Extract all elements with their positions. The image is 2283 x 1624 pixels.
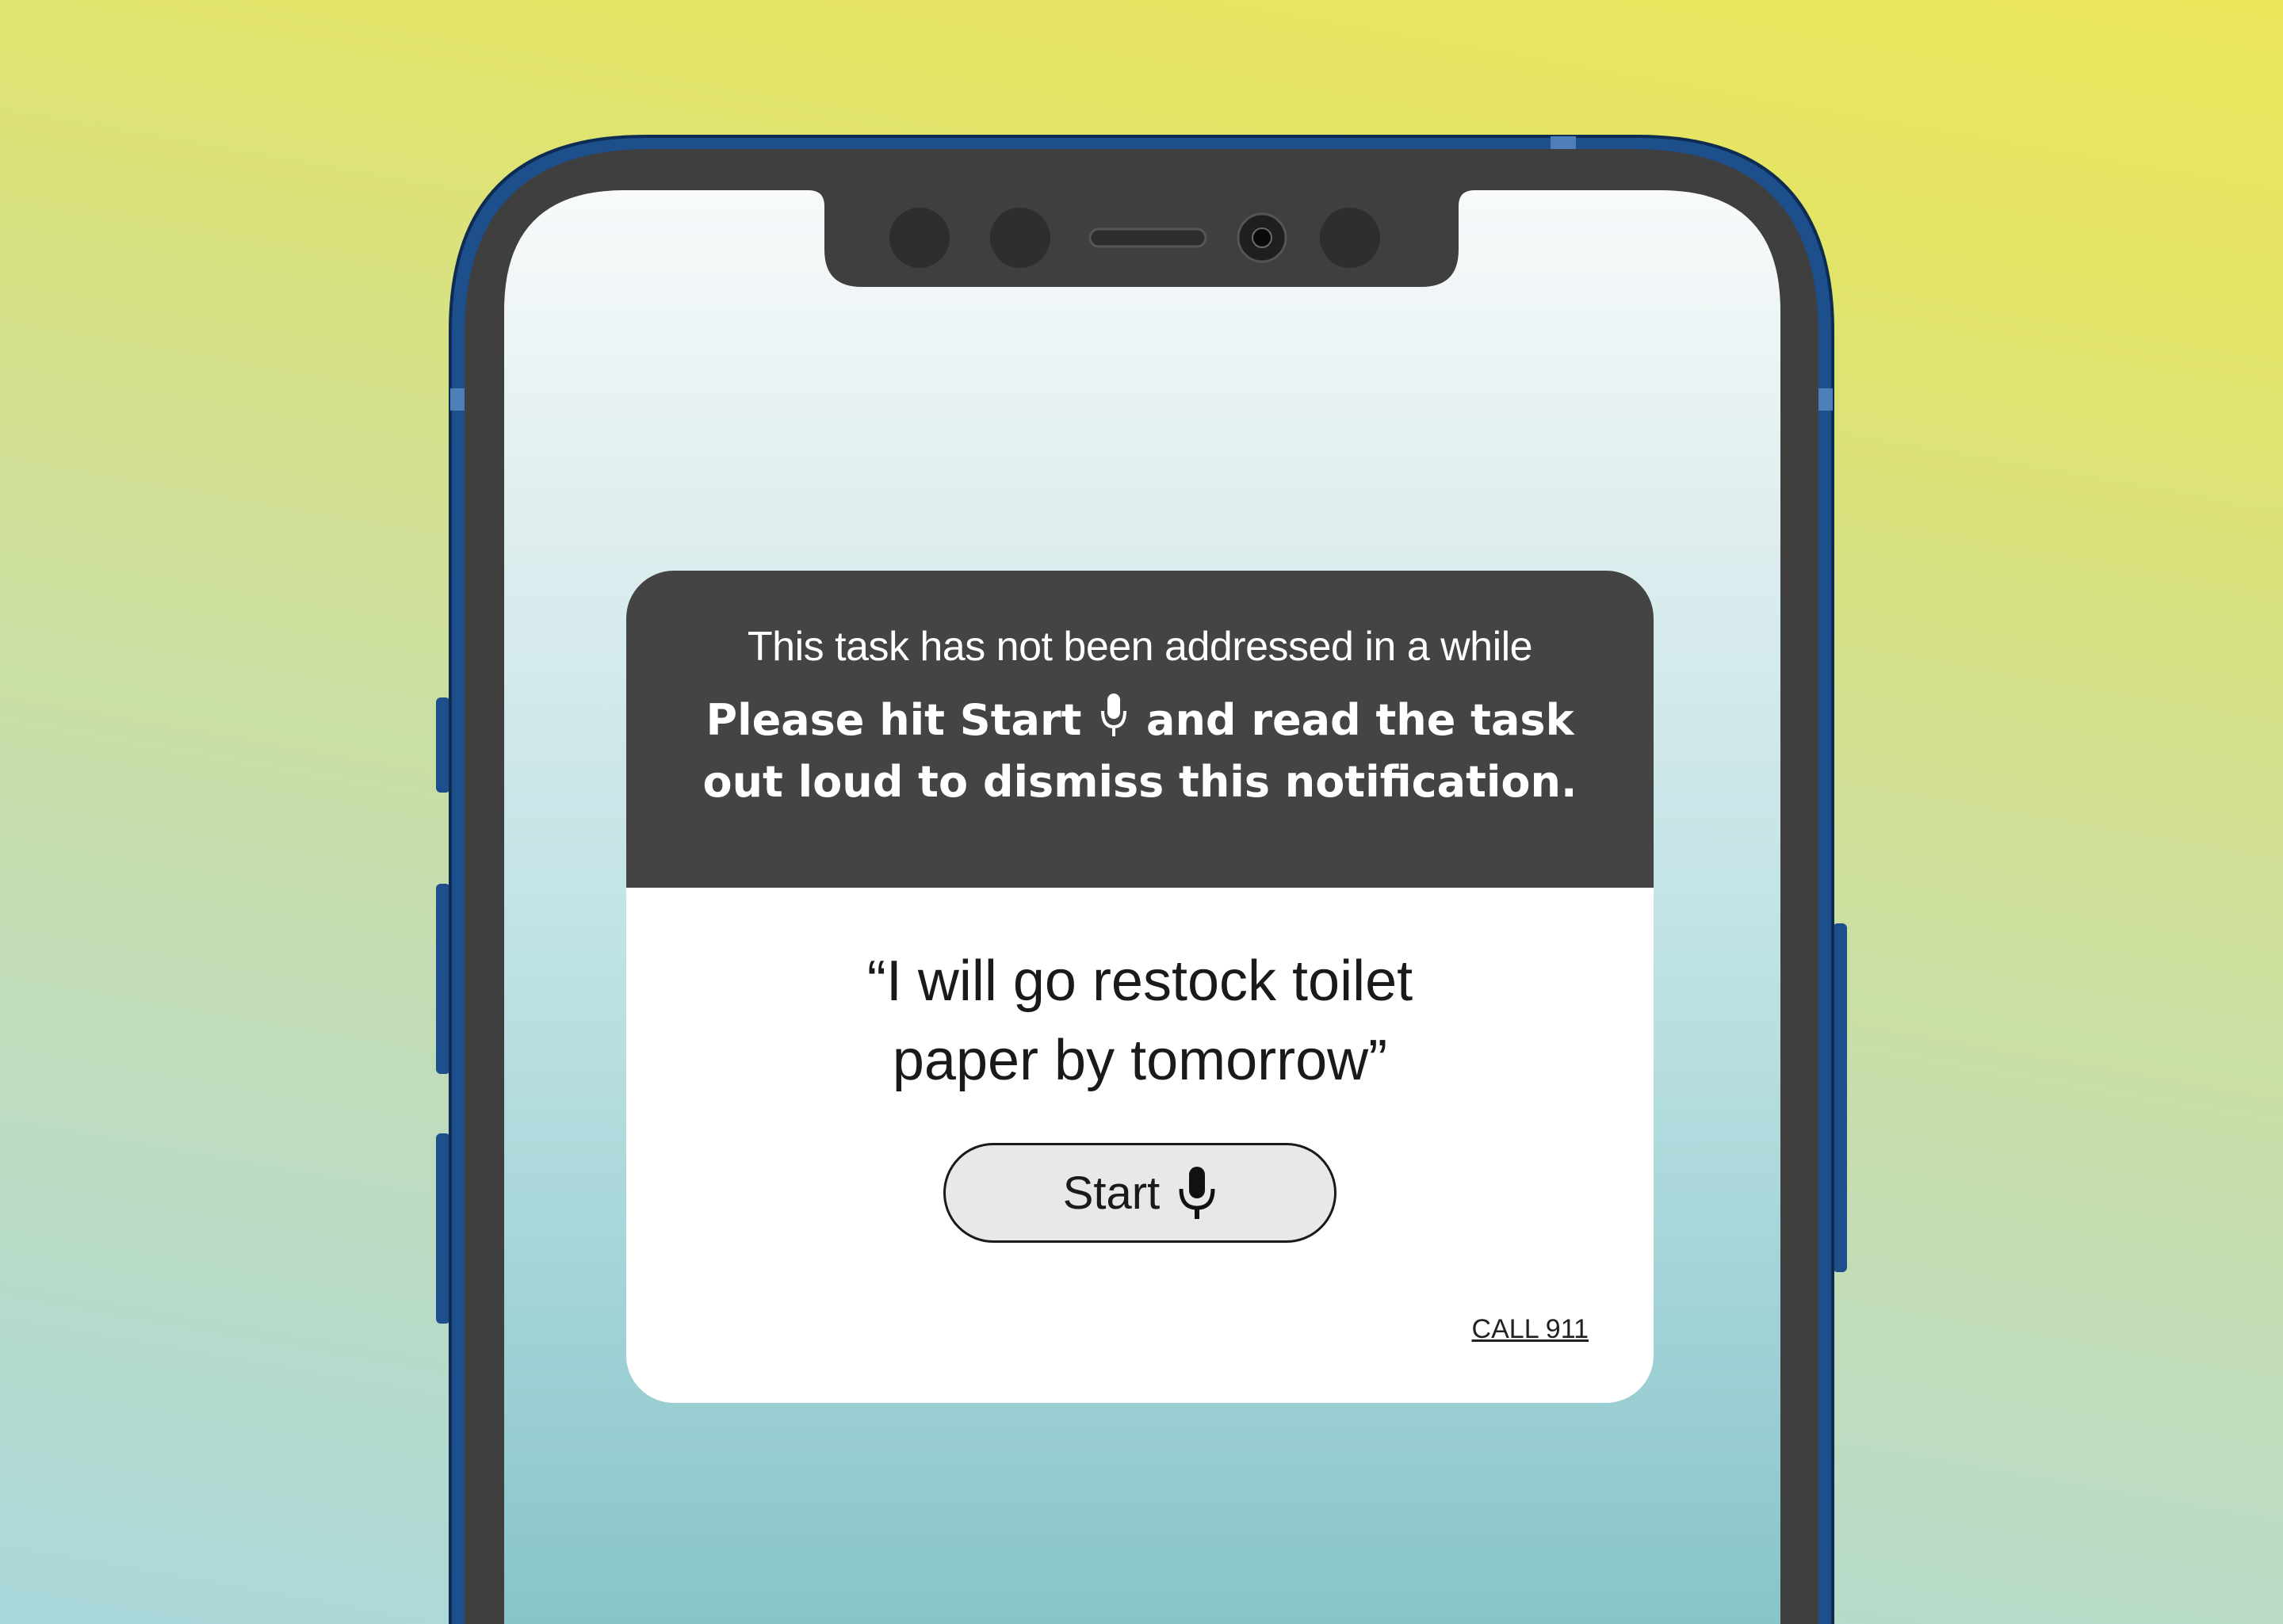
antenna-band <box>450 388 465 411</box>
power-button <box>1833 923 1847 1272</box>
notification-subtitle: This task has not been addressed in a wh… <box>747 624 1533 670</box>
sensor-dot-icon <box>1320 208 1380 268</box>
microphone-icon <box>1101 694 1127 736</box>
volume-down-button <box>436 1133 450 1324</box>
notification-message-part1: Please hit Start <box>706 695 1082 745</box>
start-button-label: Start <box>1062 1167 1161 1219</box>
antenna-band <box>1551 136 1576 149</box>
task-quote-line1: “I will go restock toilet <box>866 950 1413 1013</box>
task-quote: “I will go restock toilet paper by tomor… <box>626 942 1654 1100</box>
speaker-grille-icon <box>1088 227 1207 248</box>
call-911-link[interactable]: CALL 911 <box>1472 1314 1589 1345</box>
front-camera-lens <box>1252 227 1272 248</box>
start-button[interactable]: Start <box>943 1143 1337 1243</box>
notification-header: This task has not been addressed in a wh… <box>626 571 1654 888</box>
silent-switch <box>436 697 450 793</box>
sensor-dot-icon <box>889 208 950 268</box>
task-quote-line2: paper by tomorrow” <box>892 1029 1388 1092</box>
notification-message: Please hit Start and read the task out l… <box>690 690 1590 813</box>
sensor-dot-icon <box>990 208 1050 268</box>
volume-up-button <box>436 884 450 1074</box>
microphone-icon <box>1179 1167 1215 1219</box>
antenna-band <box>1818 388 1833 411</box>
task-notification-card: This task has not been addressed in a wh… <box>626 571 1654 1403</box>
